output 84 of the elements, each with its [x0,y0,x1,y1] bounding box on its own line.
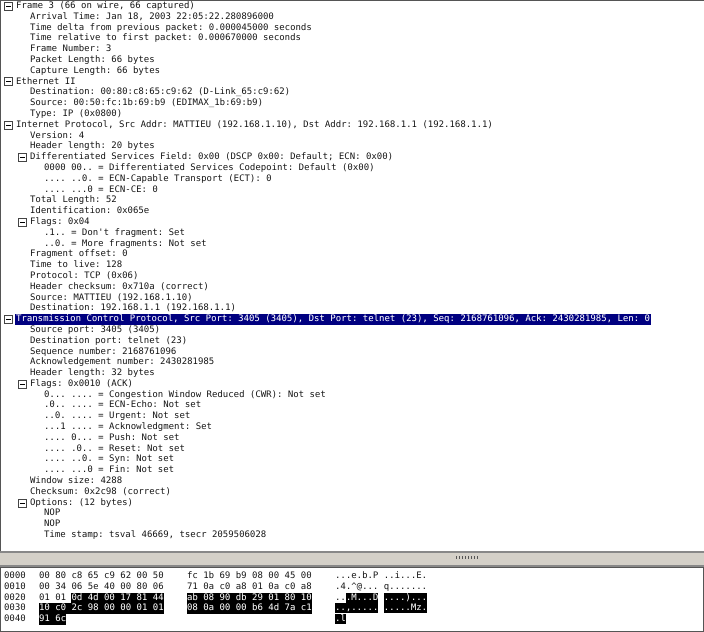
ascii-bytes: .. [335,592,346,603]
tree-item[interactable]: 0... .... = Congestion Window Reduced (CWR): Not set [43,390,327,400]
tree-item[interactable]: Checksum: 0x2c98 (correct) [29,486,172,498]
tree-item[interactable]: ...1 .... = Acknowledgment: Set [43,422,213,433]
tree-item[interactable]: Arrival Time: Jan 18, 2003 22:05:22.280896000 [29,12,275,23]
tree-item[interactable]: .... ...0 = ECN-CE: 0 [43,184,159,196]
tree-item[interactable]: .1.. = Don't fragment: Set [43,228,186,239]
hex-bytes: fc 1b 69 b9 08 00 45 00 [187,571,312,582]
tree-item[interactable]: .0.. .... = ECN-Echo: Not set [43,400,202,412]
hex-bytes: 91 6c [39,614,66,625]
tree-item[interactable]: .... ..0. = ECN-Capable Transport (ECT): 0 [43,174,273,185]
byte-offset: 0000 [4,571,27,582]
byte-offset: 0020 [4,592,27,603]
tree-item[interactable]: Fragment offset: 0 [29,249,129,260]
tree-item[interactable]: Packet Length: 66 bytes [29,54,156,66]
tree-item[interactable]: Identification: 0x065e [29,206,150,217]
tree-item[interactable]: Total Length: 52 [29,195,118,206]
tree-item[interactable]: Time to live: 128 [29,260,124,271]
tree-item[interactable]: ..0. = More fragments: Not set [43,238,208,250]
collapse-icon[interactable] [4,2,13,11]
hex-bytes: 71 0a c0 a8 01 0a c0 a8 [187,582,312,593]
hex-bytes: 08 0a 00 00 b6 4d 7a c1 [187,603,312,614]
byte-offset: 0030 [4,603,27,614]
tree-item[interactable]: Flags: 0x04 [29,216,91,228]
hex-bytes: 00 34 06 5e 40 00 80 06 [39,582,164,593]
hex-bytes: 10 c0 2c 98 00 00 01 01 [39,603,164,614]
tree-item[interactable]: Ethernet II [15,76,77,88]
tree-item[interactable]: Header length: 32 bytes [29,368,156,379]
collapse-icon[interactable] [4,120,13,130]
ascii-bytes: ...e.b.P [335,571,378,581]
tree-item[interactable]: Type: IP (0x0800) [29,108,124,120]
tree-item[interactable]: .... ...0 = Fin: Not set [43,465,176,476]
tree-item[interactable]: .... ..0. = Syn: Not set [43,454,176,466]
tree-item[interactable]: Destination: 00:80:c8:65:c9:62 (D-Link_65:c9:62) [29,87,292,98]
collapse-icon[interactable] [18,380,27,389]
tree-item[interactable]: Destination: 192.168.1.1 (192.168.1.1) [29,303,237,314]
tree-item[interactable]: Internet Protocol, Src Addr: MATTIEU (192.168.1.10), Dst Addr: 192.168.1.1 (192.168.1.1) [15,120,494,131]
tree-item[interactable]: Source port: 3405 (3405) [29,324,162,336]
tree-item[interactable]: Acknowledgement number: 2430281985 [29,357,216,368]
ascii-bytes: q....... [384,582,428,592]
tree-item[interactable]: ..0. .... = Urgent: Not set [43,411,192,422]
ascii-bytes: ..,..... [335,603,378,614]
tree-item[interactable]: Destination port: telnet (23) [29,336,188,346]
tree-item[interactable]: Capture Length: 66 bytes [29,66,162,77]
ascii-bytes: ....)... [384,592,428,603]
tree-item[interactable]: .... .0.. = Reset: Not set [43,444,186,454]
tree-item[interactable]: NOP [43,519,62,530]
ascii-bytes: .....Mz. [384,603,428,614]
tree-item[interactable]: Sequence number: 2168761096 [29,346,178,358]
tree-item[interactable]: Transmission Control Protocol, Src Port: 3405 (3405), Dst Port: telnet (23), Seq: 2168761096, Ack: 2430281985, Len: 0 [15,314,651,325]
collapse-icon[interactable] [4,315,13,324]
byte-offset: 0010 [4,582,27,593]
tree-item[interactable]: Source: MATTIEU (192.168.1.10) [29,292,194,304]
collapse-icon[interactable] [18,218,27,227]
hex-bytes: 0d 4d 00 17 81 44 [71,592,164,604]
hex-bytes: ab 08 90 db 29 01 80 10 [187,592,312,604]
tree-item[interactable]: 0000 00.. = Differentiated Services Codepoint: Default (0x00) [43,162,376,174]
collapse-icon[interactable] [18,153,27,162]
splitter-grip-icon[interactable] [456,556,480,559]
byte-offset: 0040 [4,614,27,625]
tree-item[interactable]: Window size: 4288 [29,476,124,487]
tree-item[interactable]: .... 0... = Push: Not set [43,432,180,444]
hex-bytes: 01 01 [39,592,66,603]
ascii-bytes: .M...D [346,592,378,603]
tree-item[interactable]: Frame 3 (66 on wire, 66 captured) [15,1,196,12]
ascii-bytes: ..i...E. [384,571,428,581]
hex-bytes: 00 80 c8 65 c9 62 00 50 [39,571,164,582]
tree-item[interactable]: NOP [43,508,62,520]
tree-item[interactable]: Differentiated Services Field: 0x00 (DSCP 0x00: Default; ECN: 0x00) [29,152,394,163]
ascii-bytes: .4.^@... [335,582,378,592]
tree-item[interactable]: Source: 00:50:fc:1b:69:b9 (EDIMAX_1b:69:b9) [29,98,264,109]
tree-item[interactable]: Protocol: TCP (0x06) [29,270,140,282]
tree-item[interactable]: Header length: 20 bytes [29,141,156,152]
tree-item[interactable]: Version: 4 [29,130,86,142]
collapse-icon[interactable] [4,77,13,86]
collapse-icon[interactable] [18,498,27,508]
tree-item[interactable]: Time relative to first packet: 0.000670000 seconds [29,33,302,44]
tree-item[interactable]: Time stamp: tsval 46669, tsecr 2059506028 [43,530,268,541]
tree-item[interactable]: Frame Number: 3 [29,44,112,55]
ascii-bytes: .l [335,614,346,624]
tree-item[interactable]: Time delta from previous packet: 0.000045000 seconds [29,22,313,34]
tree-item[interactable]: Flags: 0x0010 (ACK) [29,378,134,390]
tree-item[interactable]: Header checksum: 0x710a (correct) [29,282,210,293]
tree-item[interactable]: Options: (12 bytes) [29,498,134,508]
